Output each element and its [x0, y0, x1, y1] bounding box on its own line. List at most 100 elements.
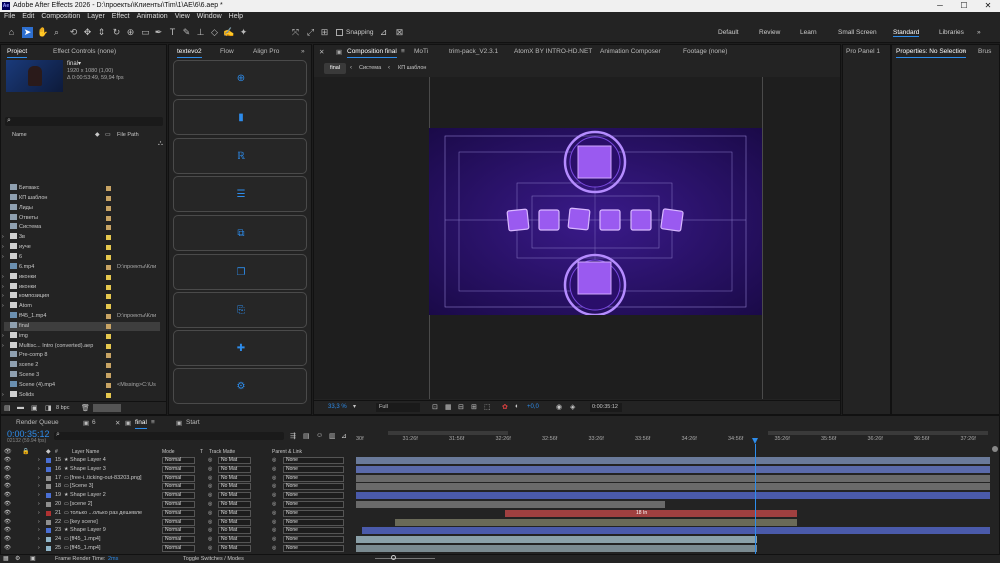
minimize-button[interactable]: ─: [928, 0, 952, 12]
label-swatch[interactable]: [106, 284, 111, 290]
label-swatch[interactable]: [106, 235, 111, 241]
project-item[interactable]: Лиды: [4, 203, 160, 213]
plugin-shapes-button[interactable]: ⧉: [173, 215, 307, 251]
toggle-icon[interactable]: ⚙: [15, 555, 20, 562]
menu-animation[interactable]: Animation: [133, 12, 171, 20]
comp-menu-icon[interactable]: ≡: [401, 48, 405, 55]
panel-menu-icon[interactable]: ≡: [151, 419, 155, 426]
label-swatch[interactable]: [106, 353, 111, 359]
label-swatch[interactable]: [106, 373, 111, 379]
tab-effect-controls[interactable]: Effect Controls (none): [53, 48, 116, 55]
brush-tool-icon[interactable]: ✎: [181, 27, 192, 38]
puppet-tool-icon[interactable]: ✦: [238, 27, 249, 38]
plugin-copy-button[interactable]: ⎘: [173, 292, 307, 328]
timeline-zoom-handle[interactable]: [992, 446, 998, 452]
project-item[interactable]: Ответы: [4, 213, 160, 223]
render-icon[interactable]: ▦: [3, 555, 9, 562]
matte-icon[interactable]: ◎: [208, 526, 212, 535]
menu-edit[interactable]: Edit: [18, 12, 37, 20]
column-name-header[interactable]: Name: [12, 132, 27, 138]
tab-comp-final[interactable]: final: [135, 419, 147, 429]
snap-options-icon[interactable]: ⊿: [378, 27, 389, 38]
pickwhip-icon[interactable]: ◎: [272, 482, 276, 491]
eye-icon[interactable]: 👁: [4, 456, 11, 465]
rectangle-tool-icon[interactable]: ▭: [140, 27, 151, 38]
layer-name[interactable]: [scene 2]: [70, 500, 92, 509]
tab-composition-final[interactable]: Composition final: [347, 48, 397, 58]
breadcrumb-final[interactable]: final: [324, 63, 346, 74]
tab-animation-composer[interactable]: Animation Composer: [600, 48, 661, 55]
plugin-delete-button[interactable]: ▮: [173, 99, 307, 135]
matte-icon[interactable]: ◎: [208, 465, 212, 474]
view-axis-icon[interactable]: ⊞: [319, 27, 330, 38]
matte-icon[interactable]: ◎: [208, 474, 212, 483]
tab-project[interactable]: Project: [7, 48, 28, 58]
playhead-line[interactable]: [755, 444, 756, 554]
matte-icon[interactable]: ◎: [208, 509, 212, 518]
thumbnail-slider[interactable]: [93, 404, 121, 412]
project-item[interactable]: Scene 3: [4, 371, 160, 380]
disclosure-arrow-icon[interactable]: ›: [38, 500, 40, 509]
tab-trim-pack[interactable]: trim-pack_V2.3.1: [449, 48, 498, 55]
parent-select[interactable]: None: [283, 501, 344, 508]
pickwhip-icon[interactable]: ◎: [272, 518, 276, 527]
resolution-select[interactable]: Full: [376, 403, 420, 412]
layer-duration-bar[interactable]: [356, 474, 990, 482]
workspace-standard[interactable]: Standard: [893, 29, 920, 37]
layer-row[interactable]: 👁 › 17 ▭ [free-i..ticking-out-83203.png]…: [0, 474, 354, 483]
project-item[interactable]: › 3в: [2, 233, 160, 242]
parent-select[interactable]: None: [283, 465, 344, 473]
rotation-tool-icon[interactable]: ↻: [111, 27, 122, 38]
layer-label-color[interactable]: [46, 528, 51, 534]
mode-select[interactable]: Normal: [162, 518, 195, 526]
label-swatch[interactable]: [106, 205, 111, 211]
layer-row[interactable]: 👁 › 23 ★ Shape Layer 9 Normal ◎ No Mat ◎…: [0, 526, 354, 535]
label-swatch[interactable]: [106, 363, 111, 369]
mode-select[interactable]: Normal: [162, 474, 195, 482]
eye-icon[interactable]: 👁: [4, 474, 11, 483]
label-swatch[interactable]: [106, 323, 111, 329]
maximize-button[interactable]: ☐: [952, 0, 976, 12]
orbit-tool-icon[interactable]: ⟲: [68, 27, 79, 38]
disclosure-arrow-icon[interactable]: ›: [2, 273, 4, 282]
mode-select[interactable]: Normal: [162, 536, 195, 544]
track-matte-select[interactable]: No Mat: [218, 492, 251, 500]
layer-name[interactable]: только ...олько раз дешевле: [70, 509, 142, 518]
layer-duration-bar[interactable]: [356, 492, 990, 500]
panel-menu-icon[interactable]: ≡: [962, 48, 966, 55]
menu-layer[interactable]: Layer: [83, 12, 108, 20]
plugin-list-button[interactable]: ☰: [173, 176, 307, 212]
layer-duration-bar[interactable]: [356, 545, 757, 552]
eye-icon[interactable]: 👁: [4, 465, 11, 474]
comp-canvas[interactable]: [429, 128, 762, 315]
label-column-icon[interactable]: ◆: [95, 131, 100, 138]
matte-icon[interactable]: ◎: [208, 491, 212, 500]
pickwhip-icon[interactable]: ◎: [272, 491, 276, 500]
expand-icon[interactable]: ▣: [30, 555, 36, 562]
label-swatch[interactable]: [106, 383, 111, 388]
project-item[interactable]: scene 2: [4, 361, 160, 370]
disclosure-arrow-icon[interactable]: ›: [38, 456, 40, 465]
plugin-grid-button[interactable]: ✚: [173, 330, 307, 366]
world-axis-icon[interactable]: ⤢: [305, 27, 316, 38]
track-matte-select[interactable]: No Mat: [218, 474, 251, 482]
type-column-icon[interactable]: ▭: [105, 131, 111, 138]
chevron-down-icon[interactable]: ▾: [353, 403, 356, 410]
parent-select[interactable]: None: [283, 509, 344, 517]
label-swatch[interactable]: [106, 215, 111, 221]
layer-row[interactable]: 👁 › 25 ▭ [ff45_1.mp4] Normal ◎ No Mat ◎ …: [0, 544, 354, 553]
label-swatch[interactable]: [106, 195, 111, 201]
toggle-switches-modes[interactable]: Toggle Switches / Modes: [183, 556, 244, 562]
disclosure-arrow-icon[interactable]: ›: [2, 302, 4, 311]
mode-select[interactable]: Normal: [162, 545, 195, 552]
project-item[interactable]: Система: [4, 223, 160, 232]
menu-effect[interactable]: Effect: [108, 12, 133, 20]
track-matte-select[interactable]: No Mat: [218, 545, 251, 552]
mode-select[interactable]: Normal: [162, 527, 195, 535]
comp-viewer[interactable]: [314, 77, 840, 399]
label-swatch[interactable]: [106, 274, 111, 280]
project-search-input[interactable]: ⌕: [5, 117, 163, 126]
workspace-review[interactable]: Review: [759, 29, 780, 36]
exposure-icon[interactable]: ◐: [515, 403, 519, 410]
new-folder-icon[interactable]: ▬: [17, 404, 24, 411]
